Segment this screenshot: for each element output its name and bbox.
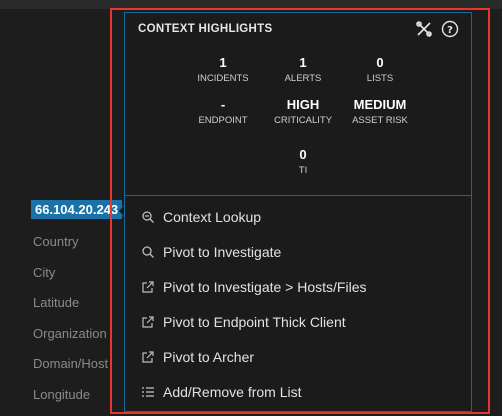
field-longitude: Longitude — [33, 386, 91, 402]
stat-label: INCIDENTS — [197, 73, 249, 84]
stat-label: TI — [298, 165, 308, 176]
menu-item-label: Pivot to Archer — [163, 348, 255, 365]
menu-item-context-lookup[interactable]: Context Lookup — [125, 199, 471, 234]
svg-text:?: ? — [447, 25, 453, 36]
stat-value: MEDIUM — [353, 97, 407, 112]
stat-value: 0 — [299, 147, 307, 162]
menu-item-pivot-investigate[interactable]: Pivot to Investigate — [125, 234, 471, 269]
stat-asset-risk[interactable]: MEDIUM ASSET RISK — [335, 97, 425, 128]
stat-incidents[interactable]: 1 INCIDENTS — [178, 55, 268, 86]
context-header-icons: ? — [415, 20, 459, 38]
menu-item-label: Pivot to Investigate — [163, 243, 282, 260]
external-link-icon — [141, 280, 155, 294]
menu-item-label: Add/Remove from List — [163, 383, 302, 400]
stat-endpoint[interactable]: - ENDPOINT — [178, 97, 268, 128]
ip-address-entity[interactable]: 66.104.20.243 — [31, 200, 123, 219]
field-organization: Organization — [33, 325, 107, 341]
menu-item-pivot-endpoint[interactable]: Pivot to Endpoint Thick Client — [125, 304, 471, 339]
section-divider — [125, 195, 471, 196]
field-list: Country City Latitude Organization Domai… — [33, 232, 108, 415]
menu-item-label: Context Lookup — [163, 208, 262, 225]
help-icon[interactable]: ? — [441, 20, 459, 38]
external-link-icon — [141, 350, 155, 364]
context-popover: CONTEXT HIGHLIGHTS ? 1 INCIDENTS 1 ALERT… — [124, 12, 472, 412]
menu-item-pivot-archer[interactable]: Pivot to Archer — [125, 339, 471, 374]
context-highlights-title: CONTEXT HIGHLIGHTS — [138, 23, 273, 35]
stat-label: LISTS — [366, 73, 394, 84]
list-icon — [141, 385, 155, 399]
settings-tools-icon[interactable] — [415, 20, 433, 38]
stat-lists[interactable]: 0 LISTS — [335, 55, 425, 86]
menu-item-pivot-hosts-files[interactable]: Pivot to Investigate > Hosts/Files — [125, 269, 471, 304]
stat-value: 1 — [219, 55, 227, 70]
field-latitude: Latitude — [33, 295, 80, 310]
stat-label: ENDPOINT — [198, 115, 248, 126]
stat-label: ASSET RISK — [352, 115, 408, 126]
field-domain-host: Domain/Host — [33, 356, 109, 371]
stat-ti[interactable]: 0 TI — [258, 147, 348, 178]
search-icon — [141, 245, 155, 259]
field-city: City — [33, 264, 56, 280]
menu-item-label: Pivot to Investigate > Hosts/Files — [163, 278, 367, 295]
context-lookup-icon — [141, 210, 155, 224]
menu-item-label: Pivot to Endpoint Thick Client — [163, 313, 346, 330]
stat-value: 0 — [376, 55, 384, 70]
menu-item-add-remove-list[interactable]: Add/Remove from List — [125, 374, 471, 409]
action-menu: Context Lookup Pivot to Investigate Pivo… — [125, 199, 471, 409]
external-link-icon — [141, 315, 155, 329]
field-country: Country — [33, 234, 79, 249]
stat-value: - — [220, 97, 226, 112]
